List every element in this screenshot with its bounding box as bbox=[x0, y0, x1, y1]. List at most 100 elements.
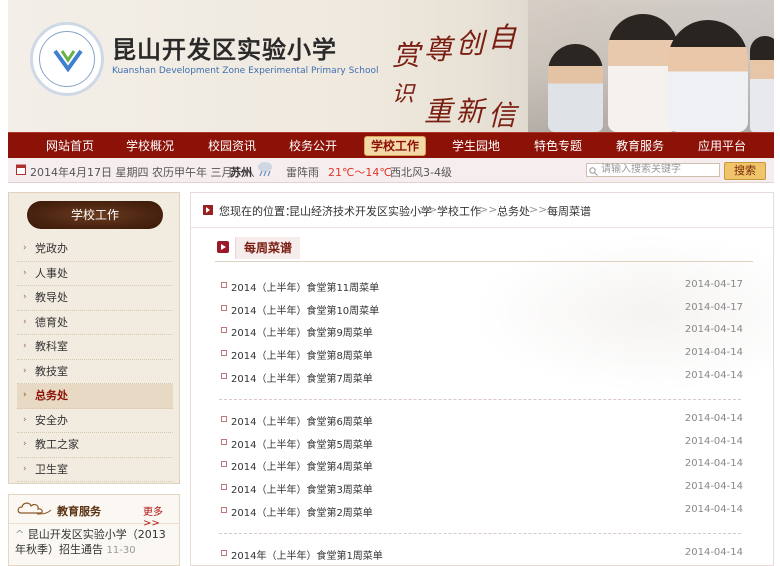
list-item[interactable]: 2014（上半年）食堂第3周菜单 2014-04-14 bbox=[221, 477, 743, 500]
breadcrumb-sep: >> bbox=[479, 203, 498, 216]
sidebar-menu: › 党政办 › 人事处 › 教导处 › 德育处 › 教科室 › 教技室 › 总务处 › 安全办 … bbox=[17, 237, 173, 482]
list-item[interactable]: 2014（上半年）食堂第5周菜单 2014-04-14 bbox=[221, 432, 743, 455]
edu-service-title: 教育服务 bbox=[57, 505, 101, 518]
menu-list-group-2: 2014（上半年）食堂第6周菜单 2014-04-14 2014（上半年）食堂第5… bbox=[221, 409, 743, 522]
breadcrumb-item-weekly-menu[interactable]: 每周菜谱 bbox=[547, 203, 591, 219]
nav-item-affairs[interactable]: 校务公开 bbox=[285, 137, 341, 155]
list-item-title[interactable]: 2014（上半年）食堂第3周菜单 bbox=[231, 481, 373, 496]
list-item[interactable]: 2014（上半年）食堂第8周菜单 2014-04-14 bbox=[221, 343, 743, 366]
list-item[interactable]: 2014年（上半年）食堂第1周菜单 2014-04-14 bbox=[221, 543, 743, 565]
date-text: 2014年4月17日 星期四 农历甲午年 三月十八 bbox=[30, 166, 255, 179]
nav-item-news[interactable]: 校园资讯 bbox=[204, 137, 260, 155]
nav-item-features[interactable]: 特色专题 bbox=[530, 137, 586, 155]
list-item[interactable]: 2014（上半年）食堂第4周菜单 2014-04-14 bbox=[221, 454, 743, 477]
chevron-right-icon: › bbox=[23, 439, 27, 449]
sidebar: 学校工作 › 党政办 › 人事处 › 教导处 › 德育处 › 教科室 › 教技室 › 总务处 … bbox=[8, 192, 180, 484]
list-item-title[interactable]: 2014（上半年）食堂第6周菜单 bbox=[231, 413, 373, 428]
nav-item-apps[interactable]: 应用平台 bbox=[694, 137, 750, 155]
list-item-title[interactable]: 2014（上半年）食堂第11周菜单 bbox=[231, 279, 379, 294]
bullet-icon bbox=[221, 350, 227, 357]
list-item-date: 2014-04-14 bbox=[684, 413, 743, 424]
chevron-right-icon: › bbox=[23, 390, 27, 400]
breadcrumb-sep: >> bbox=[529, 203, 548, 216]
breadcrumb-item-general-affairs[interactable]: 总务处 bbox=[497, 203, 530, 219]
sidebar-item-tech[interactable]: › 教技室 bbox=[17, 360, 173, 384]
section-title: 每周菜谱 bbox=[235, 237, 301, 259]
list-item-date: 2014-04-17 bbox=[684, 301, 743, 313]
list-item[interactable]: 2014（上半年）食堂第11周菜单 2014-04-17 bbox=[221, 275, 743, 298]
school-logo[interactable] bbox=[30, 22, 104, 96]
bullet-icon bbox=[221, 484, 227, 491]
list-item-title[interactable]: 2014（上半年）食堂第10周菜单 bbox=[231, 302, 379, 317]
bullet-icon bbox=[221, 416, 227, 422]
header-banner: 昆山开发区实验小学 Kuanshan Development Zone Expe… bbox=[8, 0, 774, 132]
chevron-right-icon: › bbox=[23, 414, 27, 425]
breadcrumb-item-school-work[interactable]: 学校工作 bbox=[437, 203, 481, 219]
list-item-title[interactable]: 2014（上半年）食堂第8周菜单 bbox=[231, 347, 373, 362]
sidebar-item-label: 卫生室 bbox=[35, 462, 68, 476]
list-item-date: 2014-04-14 bbox=[684, 324, 743, 336]
breadcrumb-prefix: 您现在的位置： bbox=[219, 205, 296, 218]
main-nav: 网站首页 学校概况 校园资讯 校务公开 学校工作 学生园地 特色专题 教育服务 … bbox=[8, 132, 774, 160]
more-link[interactable]: 更多>> bbox=[143, 503, 179, 529]
edu-service-header: 教育服务 更多>> bbox=[9, 495, 179, 529]
banner-photo-student bbox=[548, 44, 603, 132]
section-marker-icon bbox=[217, 241, 229, 253]
motto-char: 新 bbox=[456, 95, 485, 128]
search-icon bbox=[589, 165, 598, 179]
list-item[interactable]: 2014（上半年）食堂第7周菜单 2014-04-14 bbox=[221, 366, 743, 389]
list-item[interactable]: 2014（上半年）食堂第6周菜单 2014-04-14 bbox=[221, 409, 743, 432]
banner-photo-student bbox=[750, 36, 774, 132]
nav-item-edu-service[interactable]: 教育服务 bbox=[612, 137, 668, 155]
list-item[interactable]: 2014（上半年）食堂第2周菜单 2014-04-14 bbox=[221, 500, 743, 523]
menu-list-group-1: 2014（上半年）食堂第11周菜单 2014-04-17 2014（上半年）食堂第… bbox=[221, 275, 743, 388]
sidebar-item-party-office[interactable]: › 党政办 bbox=[17, 237, 173, 262]
edu-service-item[interactable]: ^ 昆山开发区实验小学（2013年秋季）招生通告 11-30 bbox=[15, 527, 175, 558]
list-item-title[interactable]: 2014（上半年）食堂第4周菜单 bbox=[231, 458, 373, 473]
list-item-date: 2014-04-14 bbox=[684, 547, 743, 558]
motto-char: 识 bbox=[392, 82, 415, 107]
edu-service-box: 教育服务 更多>> ^ 昆山开发区实验小学（2013年秋季）招生通告 11-30 bbox=[8, 494, 180, 566]
sidebar-item-safety[interactable]: › 安全办 bbox=[17, 409, 173, 433]
sidebar-item-label: 总务处 bbox=[35, 389, 68, 402]
list-item-title[interactable]: 2014（上半年）食堂第2周菜单 bbox=[231, 504, 373, 519]
search-button[interactable]: 搜索 bbox=[724, 162, 766, 180]
weather-text: 雷阵雨 bbox=[286, 166, 319, 179]
motto-char: 创 bbox=[456, 27, 485, 60]
edu-service-item-text: 昆山开发区实验小学（2013年秋季）招生通告 bbox=[15, 528, 166, 556]
sidebar-item-health[interactable]: › 卫生室 bbox=[17, 458, 173, 482]
chevron-right-icon: › bbox=[23, 341, 27, 351]
list-divider bbox=[219, 533, 741, 534]
wind-text: 西北风3-4级 bbox=[390, 166, 452, 179]
sidebar-item-staff-home[interactable]: › 教工之家 bbox=[17, 433, 173, 458]
sidebar-item-academic[interactable]: › 教导处 bbox=[17, 286, 173, 311]
school-name-en: Kuanshan Development Zone Experimental P… bbox=[112, 66, 379, 76]
chevron-right-icon: › bbox=[23, 365, 27, 376]
nav-item-overview[interactable]: 学校概况 bbox=[122, 137, 178, 155]
list-item-title[interactable]: 2014年（上半年）食堂第1周菜单 bbox=[231, 547, 383, 562]
list-item-date: 2014-04-14 bbox=[684, 481, 743, 493]
search-input[interactable]: 请输入搜索关键字 bbox=[586, 163, 720, 177]
motto-char: 重 bbox=[424, 95, 453, 128]
location-icon bbox=[203, 205, 213, 215]
list-item-title[interactable]: 2014（上半年）食堂第5周菜单 bbox=[231, 436, 373, 451]
list-item[interactable]: 2014（上半年）食堂第9周菜单 2014-04-14 bbox=[221, 320, 743, 343]
sidebar-item-research[interactable]: › 教科室 bbox=[17, 335, 173, 360]
sidebar-item-general-affairs[interactable]: › 总务处 bbox=[17, 384, 173, 409]
nav-item-home[interactable]: 网站首页 bbox=[42, 137, 98, 155]
sidebar-item-label: 教技室 bbox=[35, 364, 68, 378]
sidebar-item-personnel[interactable]: › 人事处 bbox=[17, 262, 173, 286]
breadcrumb-item-school[interactable]: 昆山经济技术开发区实验小学 bbox=[289, 203, 432, 219]
city-text: 苏州 bbox=[230, 166, 252, 179]
list-item-title[interactable]: 2014（上半年）食堂第9周菜单 bbox=[231, 324, 373, 339]
nav-item-students[interactable]: 学生园地 bbox=[448, 137, 504, 155]
bullet-icon bbox=[221, 461, 227, 468]
logo-mark-icon bbox=[53, 49, 83, 73]
list-item[interactable]: 2014（上半年）食堂第10周菜单 2014-04-17 bbox=[221, 298, 743, 321]
nav-item-school-work[interactable]: 学校工作 bbox=[364, 136, 426, 156]
list-item-title[interactable]: 2014（上半年）食堂第7周菜单 bbox=[231, 370, 373, 385]
breadcrumb: 您现在的位置： 昆山经济技术开发区实验小学 >> 学校工作 >> 总务处 >> … bbox=[191, 193, 773, 228]
bullet-icon bbox=[221, 282, 227, 288]
sidebar-item-moral-edu[interactable]: › 德育处 bbox=[17, 311, 173, 335]
bullet-icon: ^ bbox=[15, 528, 25, 541]
